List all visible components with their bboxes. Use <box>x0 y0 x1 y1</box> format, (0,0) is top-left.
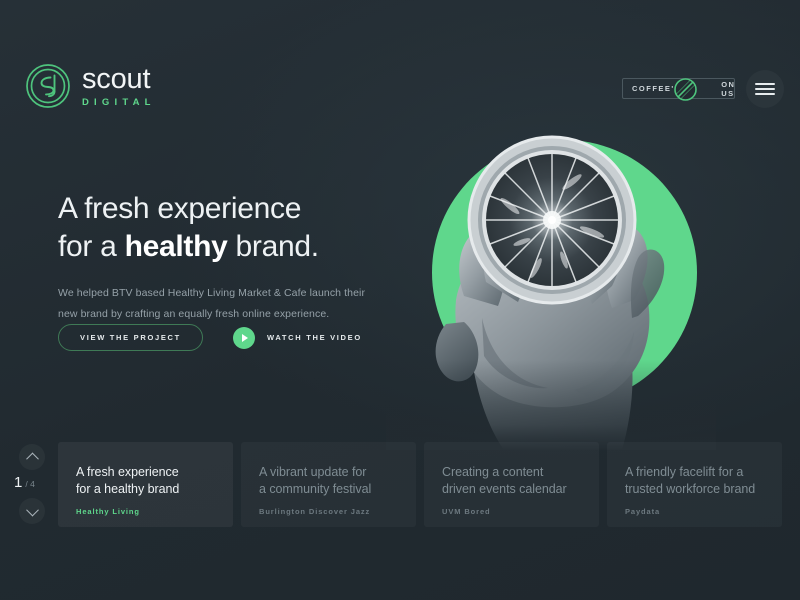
carousel-counter-total: / 4 <box>25 479 35 489</box>
project-carousel: 1 / 4 A fresh experience for a healthy b… <box>0 442 800 527</box>
site-header: scout DIGITAL COFFEE'S ON US <box>0 0 800 150</box>
card-client: Burlington Discover Jazz <box>259 506 371 516</box>
card-title: A friendly facelift for a trusted workfo… <box>625 465 756 497</box>
coffee-bean-icon <box>674 78 697 101</box>
watch-video-button[interactable]: WATCH THE VIDEO <box>232 326 362 349</box>
play-triangle-icon <box>232 326 255 349</box>
coffees-on-us-button[interactable]: COFFEE'S ON US <box>622 78 736 101</box>
hero-cta-row: VIEW THE PROJECT WATCH THE VIDEO <box>58 324 362 351</box>
carousel-track: A fresh experience for a healthy brand He… <box>58 442 800 527</box>
menu-bar-3 <box>755 93 775 95</box>
coffee-label-right: ON US <box>721 79 736 98</box>
carousel-counter: 1 / 4 <box>14 475 35 490</box>
card-client: UVM Bored <box>442 506 491 516</box>
card-title: A fresh experience for a healthy brand <box>76 465 180 497</box>
carousel-nav: 1 / 4 <box>0 442 58 527</box>
card-client: Healthy Living <box>76 506 140 516</box>
heading-line-2-pre: for a <box>58 230 125 264</box>
card-title: Creating a content driven events calenda… <box>442 465 567 497</box>
card-client: Paydata <box>625 506 661 516</box>
hero-image-hand-citrus <box>386 135 716 450</box>
page-title: A fresh experience for a healthy brand. <box>58 190 398 266</box>
carousel-card[interactable]: A friendly facelift for a trusted workfo… <box>607 442 782 527</box>
hero-description: We helped BTV based Healthy Living Marke… <box>58 287 366 320</box>
page-root: scout DIGITAL COFFEE'S ON US A fresh exp… <box>0 0 800 600</box>
card-title: A vibrant update for a community festiva… <box>259 465 372 497</box>
logo-lockup[interactable]: scout DIGITAL <box>25 63 156 109</box>
menu-bar-2 <box>755 88 775 90</box>
heading-emphasis: healthy <box>124 230 228 264</box>
hero-copy-block: A fresh experience for a healthy brand. W… <box>58 190 398 324</box>
chevron-up-icon[interactable] <box>19 444 45 470</box>
heading-line-1: A fresh experience <box>58 192 302 225</box>
carousel-card[interactable]: A fresh experience for a healthy brand He… <box>58 442 233 527</box>
watch-video-label: WATCH THE VIDEO <box>266 333 362 342</box>
view-project-button[interactable]: VIEW THE PROJECT <box>58 324 203 351</box>
carousel-card[interactable]: Creating a content driven events calenda… <box>424 442 599 527</box>
logo-wordmark: scout <box>82 62 151 95</box>
carousel-counter-current: 1 <box>14 474 23 491</box>
view-project-label: VIEW THE PROJECT <box>80 333 181 342</box>
logo-subword: DIGITAL <box>82 96 156 108</box>
menu-bar-1 <box>755 83 775 85</box>
carousel-card[interactable]: A vibrant update for a community festiva… <box>241 442 416 527</box>
chevron-down-icon[interactable] <box>19 498 45 524</box>
heading-line-2-post: brand. <box>227 230 320 264</box>
sd-monogram-circle-icon <box>26 64 70 108</box>
hamburger-menu-icon[interactable] <box>746 70 784 108</box>
